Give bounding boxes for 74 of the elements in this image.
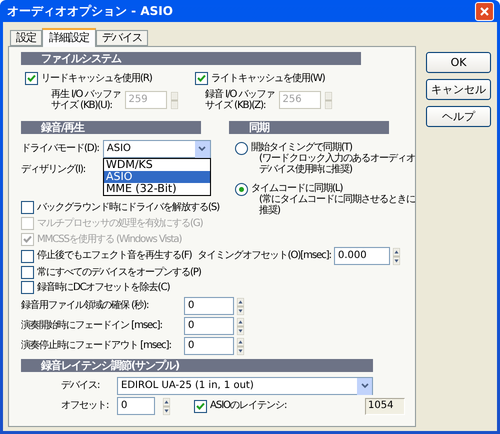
- input-field[interactable]: 0: [184, 297, 234, 315]
- input-field[interactable]: 0.000: [334, 247, 390, 265]
- checkbox[interactable]: [21, 250, 34, 262]
- field-label: ディザリング(I):: [21, 164, 86, 176]
- section-header: 録音/再生: [21, 121, 201, 134]
- checkbox-label: バックグラウンド時にドライバを解放する(S): [37, 202, 220, 214]
- field-label: 録音用ファイル領域の確保 (秒):: [21, 300, 150, 312]
- device-dropdown[interactable]: EDIROL UA-25 (1 in, 1 out): [117, 377, 373, 395]
- field-label: デバイス:: [61, 380, 100, 392]
- window-title: オーディオオプション - ASIO: [7, 5, 173, 17]
- radio-label: デバイス使用時に推奨): [258, 164, 353, 175]
- spin-arrows-icon: [393, 248, 400, 264]
- field-label: 再生 I/O バッファ: [51, 89, 121, 100]
- driver-mode-dropdown[interactable]: ASIO: [102, 140, 211, 158]
- spin-buttons[interactable]: [393, 248, 400, 264]
- field-label: サイズ (KB)(Z):: [205, 100, 266, 111]
- checkbox-label: マルチプロセッサの処理を有効にする(G): [37, 218, 203, 230]
- spin-arrows-icon: [324, 92, 332, 108]
- section-header: 同期: [229, 121, 389, 134]
- dialog-button[interactable]: キャンセル: [426, 79, 491, 100]
- spin-buttons[interactable]: [237, 318, 244, 334]
- checkbox[interactable]: [194, 400, 207, 412]
- tab[interactable]: 詳細設定: [42, 28, 96, 47]
- field-label: サイズ (KB)(U):: [51, 100, 113, 111]
- dialog-button[interactable]: OK: [426, 52, 491, 73]
- field-label: ドライバモード(D):: [21, 143, 99, 155]
- input-field[interactable]: 0: [117, 397, 155, 415]
- checkbox-label: ライトキャッシュを使用(W): [211, 72, 325, 84]
- radio-label: 推奨): [258, 205, 281, 216]
- radio-label: 開始タイミングで同期(T): [251, 142, 353, 153]
- dropdown-option[interactable]: ASIO: [104, 171, 210, 183]
- radio-button[interactable]: [235, 142, 248, 155]
- field-label: 録音 I/O バッファ: [205, 89, 275, 100]
- spin-buttons[interactable]: [163, 398, 170, 414]
- spin-arrows-icon: [237, 318, 244, 334]
- checkbox-label: リードキャッシュを使用(R): [41, 72, 152, 84]
- field-label: 演奏開始時にフェードイン [msec]:: [21, 320, 163, 332]
- spin-buttons[interactable]: [237, 338, 244, 354]
- spin-arrows-icon: [170, 92, 178, 108]
- field-label: タイミングオフセット(O)[msec]:: [198, 250, 332, 262]
- close-icon: [480, 6, 489, 16]
- checkbox-label: 停止後でもエフェクト音を再生する(F): [37, 250, 192, 262]
- radio-label: タイムコードに同期(L): [251, 183, 344, 194]
- field-label: オフセット:: [61, 400, 109, 412]
- chevron-down-icon: [360, 383, 368, 389]
- spin-arrows-icon: [237, 298, 244, 314]
- tab[interactable]: デバイス: [96, 30, 148, 46]
- checkbox[interactable]: [21, 201, 34, 214]
- close-button[interactable]: [475, 2, 494, 20]
- checkbox[interactable]: [25, 72, 38, 85]
- input-field[interactable]: 0: [184, 317, 234, 335]
- section-header: 録音レイテンシ調節(サンプル): [21, 359, 373, 372]
- radio-label: (常にタイムコードに同期させるときに: [258, 194, 415, 205]
- chevron-down-icon: [198, 146, 206, 152]
- spin-arrows-icon: [237, 338, 244, 354]
- checkbox-label: 常にすべてのデバイスをオープンする(P): [37, 266, 201, 278]
- checkbox[interactable]: [21, 266, 34, 279]
- checkbox[interactable]: [21, 281, 34, 294]
- checkbox[interactable]: [195, 72, 208, 85]
- section-header: ファイルシステム: [21, 52, 361, 65]
- field-label: 演奏停止時にフェードアウト [msec]:: [21, 340, 172, 352]
- checkbox-label: ASIOのレイテンシ:: [210, 400, 286, 412]
- spin-arrows-icon: [163, 398, 170, 414]
- input-field[interactable]: 0: [184, 337, 234, 355]
- radio-label: (ワードクロック入力のあるオーディオ: [258, 153, 415, 164]
- radio-button[interactable]: [235, 183, 248, 196]
- spin-buttons[interactable]: [237, 298, 244, 314]
- dialog-button[interactable]: ヘルプ: [426, 106, 491, 127]
- dropdown-button[interactable]: [357, 378, 372, 394]
- checkbox-label: 録音時にDCオフセットを除去(C): [37, 282, 170, 294]
- tab[interactable]: 設定: [10, 30, 42, 46]
- latency-value: 1054: [365, 398, 405, 414]
- checkbox-label: MMCSSを使用する (Windows Vista): [37, 234, 182, 246]
- dropdown-button[interactable]: [194, 140, 210, 158]
